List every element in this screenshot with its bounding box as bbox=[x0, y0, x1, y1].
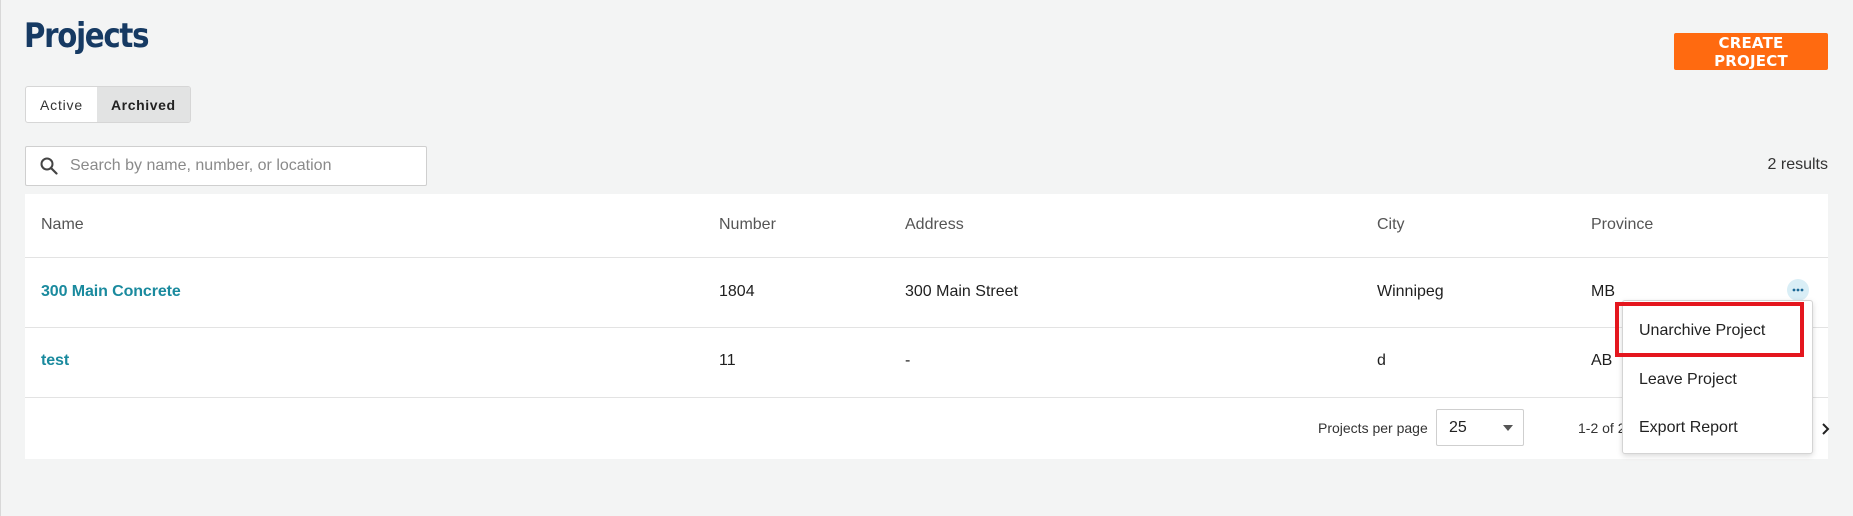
chevron-down-icon bbox=[1503, 425, 1513, 431]
per-page-label: Projects per page bbox=[1318, 420, 1428, 436]
search-box[interactable] bbox=[25, 146, 427, 186]
divider bbox=[25, 397, 1828, 398]
per-page-select[interactable]: 25 bbox=[1436, 409, 1524, 446]
divider bbox=[25, 257, 1828, 258]
divider bbox=[25, 327, 1828, 328]
menu-item-leave-project[interactable]: Leave Project bbox=[1639, 371, 1737, 389]
highlight-annotation bbox=[1615, 302, 1804, 357]
project-address: 300 Main Street bbox=[905, 283, 1018, 300]
more-horizontal-icon[interactable] bbox=[1787, 279, 1809, 301]
project-address: - bbox=[905, 352, 911, 369]
project-number: 1804 bbox=[719, 283, 755, 300]
tab-archived[interactable]: Archived bbox=[96, 87, 190, 122]
project-city: d bbox=[1377, 352, 1386, 369]
search-icon bbox=[40, 157, 58, 175]
column-header-address[interactable]: Address bbox=[905, 216, 964, 234]
page-title: Projects bbox=[24, 16, 149, 56]
per-page-value: 25 bbox=[1449, 418, 1467, 436]
column-header-name[interactable]: Name bbox=[41, 216, 84, 234]
project-number: 11 bbox=[719, 352, 736, 369]
create-project-button[interactable]: CREATE PROJECT bbox=[1674, 33, 1828, 70]
column-header-city[interactable]: City bbox=[1377, 216, 1405, 234]
menu-item-export-report[interactable]: Export Report bbox=[1639, 419, 1738, 437]
project-name-link[interactable]: test bbox=[41, 352, 69, 370]
dots-icon bbox=[1792, 288, 1804, 292]
results-count: 2 results bbox=[1767, 156, 1828, 173]
page-edge bbox=[0, 0, 1, 516]
search-input[interactable] bbox=[68, 156, 402, 176]
chevron-right-icon bbox=[1822, 423, 1830, 435]
project-province: AB bbox=[1591, 352, 1613, 369]
project-province: MB bbox=[1591, 283, 1615, 300]
status-tabs: Active Archived bbox=[25, 86, 191, 123]
pagination-range: 1-2 of 2 bbox=[1578, 420, 1626, 436]
project-city: Winnipeg bbox=[1377, 283, 1444, 300]
tab-active[interactable]: Active bbox=[26, 87, 97, 122]
column-header-number[interactable]: Number bbox=[719, 216, 776, 234]
project-name-link[interactable]: 300 Main Concrete bbox=[41, 283, 181, 301]
projects-table: Name Number Address City Province 300 Ma… bbox=[25, 194, 1828, 459]
column-header-province[interactable]: Province bbox=[1591, 216, 1653, 234]
